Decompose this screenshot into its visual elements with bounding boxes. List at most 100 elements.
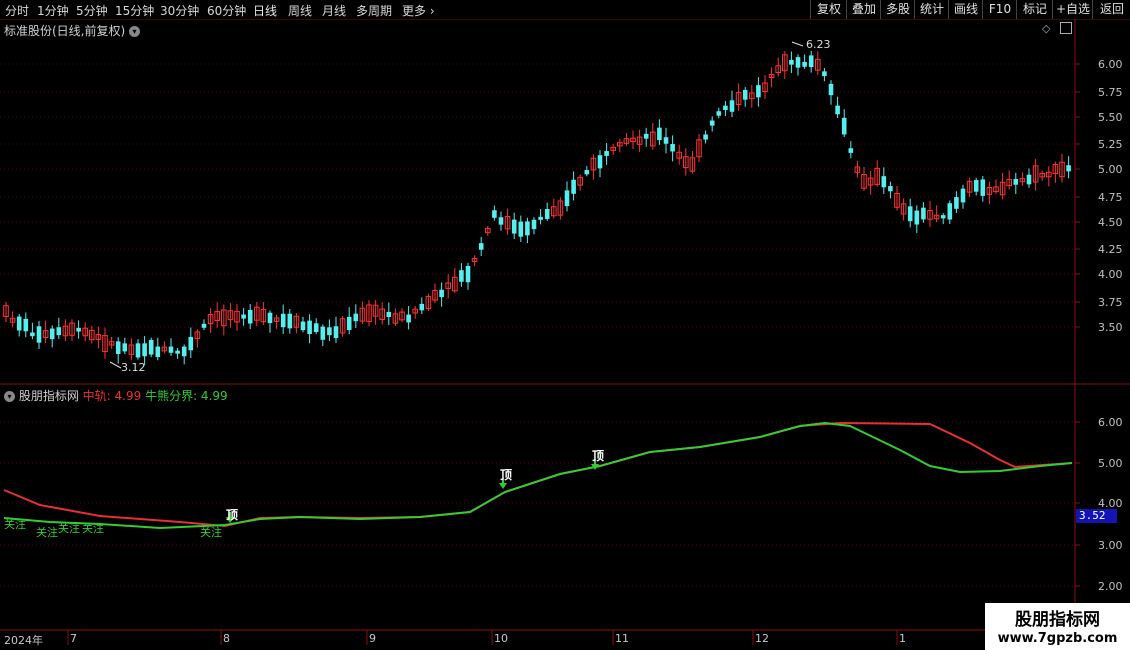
candle-body-down [439, 289, 444, 298]
price-axis-label: 3.75 [1098, 296, 1123, 309]
candle-body-down [175, 350, 180, 354]
candle-body-down [287, 313, 293, 329]
candle-body-down [531, 219, 537, 230]
top-signal-label: 顶 [500, 468, 513, 482]
candle-body-down [802, 61, 807, 67]
focus-signal-label: 关注 [58, 522, 80, 535]
candle-body-down [571, 179, 576, 194]
candle-body-down [538, 216, 543, 220]
chevron-down-icon[interactable]: ▾ [4, 391, 15, 402]
low-price-annotation: 3.12 [121, 361, 146, 374]
candle-body-down [756, 85, 761, 98]
time-axis-label: 12 [755, 632, 769, 645]
time-axis-label: 11 [615, 632, 629, 645]
candle-body-down [267, 312, 273, 324]
price-axis-label: 5.50 [1098, 111, 1123, 124]
candle-body-down [657, 127, 662, 141]
candle-body-down [795, 57, 801, 68]
candle-body-down [597, 155, 603, 169]
candle-body-down [544, 208, 550, 219]
candle-body-down [115, 341, 121, 355]
candle-body-down [954, 197, 959, 209]
candle-body-down [122, 343, 128, 352]
indicator-axis-label: 2.00 [1098, 580, 1123, 593]
focus-signal-label: 关注 [4, 518, 26, 531]
candle-body-down [881, 176, 887, 188]
candle-body-down [518, 221, 524, 237]
candle-body-down [914, 210, 920, 225]
indicator-axis-label: 3.00 [1098, 539, 1123, 552]
candle-body-down [564, 190, 570, 207]
indicator-axis-label: 6.00 [1098, 416, 1123, 429]
window-toggle-icon[interactable] [1060, 22, 1072, 34]
candle-body-down [313, 323, 319, 332]
current-price-tag: 3.52 [1076, 509, 1117, 523]
main-chart-title: 标准股份(日线,前复权) ▾ [4, 22, 141, 39]
candle-body-down [307, 320, 312, 334]
candle-body-down [30, 332, 35, 337]
candle-body-down [973, 180, 979, 192]
price-axis-label: 4.50 [1098, 216, 1123, 229]
candle-body-down [280, 313, 286, 328]
candle-body-down [327, 327, 332, 336]
candle-body-down [808, 55, 814, 68]
candle-body-down [23, 318, 29, 332]
candle-body-down [353, 313, 359, 322]
candle-body-down [663, 137, 669, 144]
candle-body-down [155, 346, 161, 358]
candle-body-down [670, 144, 675, 152]
price-axis-label: 4.75 [1098, 191, 1123, 204]
focus-signal-label: 关注 [200, 526, 222, 539]
candle-body-down [723, 105, 728, 111]
time-axis-label: 8 [223, 632, 230, 645]
candle-body-down [980, 179, 986, 196]
price-axis-label: 5.75 [1098, 86, 1123, 99]
candle-body-down [346, 316, 352, 331]
time-axis-label: 2024年 [4, 634, 43, 647]
candle-body-down [142, 343, 147, 357]
mid-rail-value: 中轨: 4.99 [82, 389, 142, 403]
bull-bear-value: 牛熊分界: 4.99 [145, 389, 228, 403]
price-axis-label: 5.00 [1098, 163, 1123, 176]
candle-body-down [947, 203, 953, 220]
kline-chart[interactable] [0, 0, 1130, 650]
candle-body-down [492, 210, 497, 218]
arrow-down-icon [499, 483, 507, 489]
candle-body-down [835, 105, 840, 115]
candle-body-down [525, 221, 530, 236]
candle-body-down [241, 314, 246, 319]
candle-body-down [419, 303, 425, 311]
candle-body-down [168, 346, 174, 353]
candle-body-down [789, 59, 794, 65]
time-axis-label: 1 [899, 632, 906, 645]
candle-body-down [188, 336, 194, 351]
candle-body-down [729, 100, 735, 112]
time-axis-label: 7 [70, 632, 77, 645]
indicator-title: ▾ 股朋指标网 中轨: 4.99 牛熊分界: 4.99 [4, 387, 228, 404]
candle-body-down [921, 207, 926, 220]
top-signal-label: 顶 [226, 508, 239, 522]
candle-body-down [1066, 165, 1071, 172]
price-axis-label: 5.25 [1098, 138, 1123, 151]
candle-body-down [247, 309, 253, 324]
candle-body-down [56, 327, 62, 336]
candle-body-down [135, 343, 141, 358]
top-signal-label: 顶 [592, 449, 605, 463]
price-axis-label: 3.50 [1098, 321, 1123, 334]
time-axis-label: 9 [369, 632, 376, 645]
signal-marks [226, 459, 599, 523]
candlesticks [3, 41, 1071, 369]
candle-body-down [1013, 178, 1019, 185]
candle-body-down [36, 326, 42, 343]
stock-title: 标准股份(日线,前复权) [4, 24, 126, 38]
diamond-icon[interactable]: ◇ [1042, 22, 1050, 35]
watermark-logo: 股朋指标网 www.7gpzb.com [985, 603, 1130, 650]
price-axis-label: 4.00 [1098, 268, 1123, 281]
candle-body-down [709, 120, 715, 126]
candle-body-down [1026, 174, 1032, 185]
high-price-annotation: 6.23 [806, 38, 831, 51]
candle-body-down [76, 327, 81, 332]
candle-body-down [604, 151, 609, 156]
candle-body-down [742, 89, 748, 100]
chevron-down-icon[interactable]: ▾ [129, 26, 141, 37]
